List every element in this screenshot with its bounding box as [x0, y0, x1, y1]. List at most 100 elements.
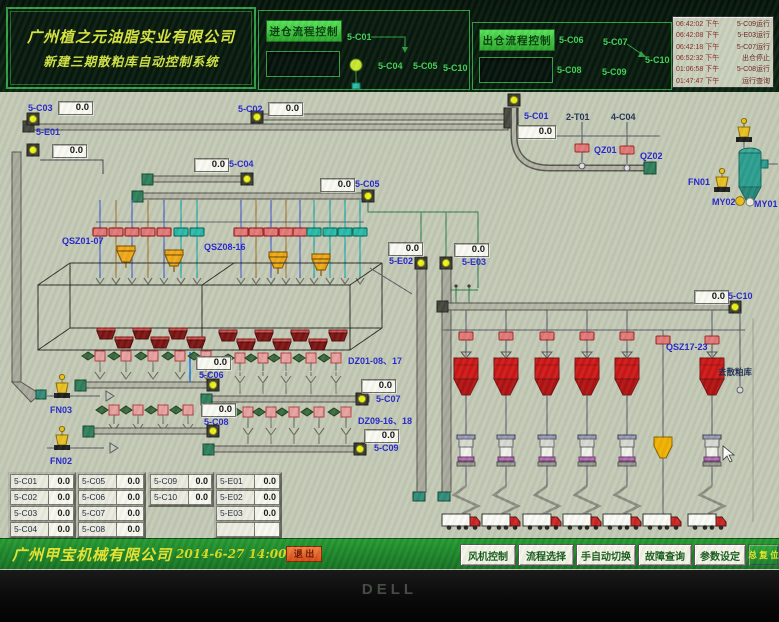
tag-fn02-label: FN02	[50, 457, 72, 466]
table-cell-value: 0.0	[117, 506, 144, 521]
monitor-bezel: DELL	[0, 570, 779, 622]
table-cell-label: 5-C08	[78, 522, 117, 537]
table-row: 5-C070.0	[78, 506, 144, 521]
tag-5c08-label: 5-C08	[204, 418, 229, 427]
packers	[457, 395, 721, 486]
table-cell-label: 5-E03	[216, 506, 255, 521]
process-select-button[interactable]: 流程选择	[518, 544, 574, 566]
footer-company: 广州甲宝机械有限公司	[12, 544, 172, 565]
tag-5c02-value: 0.0	[268, 102, 303, 116]
table-row: 5-C100.0	[150, 490, 212, 505]
tag-5e02-label: 5-E02	[389, 257, 413, 266]
tag-qsz01-07-label: QSZ01-07	[62, 237, 104, 246]
tag-5c05-label: 5-C05	[355, 180, 380, 189]
table-row: 5-C050.0	[78, 474, 144, 489]
monitor: 广州植之元油脂实业有限公司 新建三期散粕库自动控制系统 进仓流程控制 5-C01…	[0, 0, 779, 622]
tag-destination-label: 去散粕库	[718, 368, 752, 377]
footer-bar: 广州甲宝机械有限公司 2014-6-27 14:00:57 退 出 风机控制 流…	[0, 538, 779, 569]
tag-qsz17-23-label: QSZ17-23	[666, 343, 708, 352]
tag-dz09-16-label: DZ09-16、18	[358, 417, 412, 426]
tag-5c01-value: 0.0	[517, 125, 556, 139]
fan-control-button[interactable]: 风机控制	[460, 544, 516, 566]
tag-5c06-value: 0.0	[196, 356, 231, 370]
tag-fn01-label: FN01	[688, 178, 710, 187]
tag-5e03-value: 0.0	[454, 243, 489, 257]
manual-auto-switch-button[interactable]: 手自动切换	[576, 544, 636, 566]
table-row: 5-C060.0	[78, 490, 144, 505]
trucks	[442, 514, 726, 530]
tag-5c08-value: 0.0	[201, 403, 236, 417]
table-cell-value: 0.0	[49, 506, 74, 521]
silo-row	[437, 301, 753, 522]
loading-chutes	[454, 486, 724, 514]
tag-fn03-label: FN03	[50, 406, 72, 415]
table-cell-label: 5-C07	[78, 506, 117, 521]
tag-5e01-value: 0.0	[52, 144, 87, 158]
tag-5c02-label: 5-C02	[238, 105, 263, 114]
inbound-connectors	[259, 11, 469, 89]
table-cell-label: 5-C01	[10, 474, 49, 489]
speed-table-group-3: 5-C090.0 5-C100.0	[148, 472, 214, 507]
table-row: 5-C080.0	[78, 522, 144, 537]
speed-table-group-4: 5-E010.0 5-E020.0 5-E030.0	[214, 472, 282, 539]
fault-query-button[interactable]: 故障查询	[638, 544, 692, 566]
table-cell-label: 5-E01	[216, 474, 255, 489]
total-reset-button[interactable]: 总 复 位	[748, 544, 779, 566]
tag-my01-label: MY01	[754, 200, 778, 209]
table-cell-label: 5-C03	[10, 506, 49, 521]
tag-my02-label: MY02	[712, 198, 736, 207]
outbound-flow-panel: 出仓流程控制 5-C06 5-C07 5-C10 5-C08 5-C09	[472, 22, 672, 90]
table-row: 5-C020.0	[10, 490, 74, 505]
table-cell-label: 5-C05	[78, 474, 117, 489]
scada-screen: 广州植之元油脂实业有限公司 新建三期散粕库自动控制系统 进仓流程控制 5-C01…	[0, 0, 779, 570]
tag-2t01-label: 2-T01	[566, 113, 590, 122]
table-row: 5-E030.0	[216, 506, 280, 521]
tag-5c07-value: 0.0	[361, 379, 396, 393]
tag-qz01-label: QZ01	[594, 146, 617, 155]
tag-5c09-value: 0.0	[364, 429, 399, 443]
tag-5c04-label: 5-C04	[229, 160, 254, 169]
tag-qsz08-16-label: QSZ08-16	[204, 243, 246, 252]
parameter-setting-button[interactable]: 参数设定	[694, 544, 746, 566]
table-cell-value: 0.0	[189, 490, 212, 505]
table-cell-value	[255, 522, 280, 537]
tag-5c10-label: 5-C10	[728, 292, 753, 301]
table-cell-label: 5-C06	[78, 490, 117, 505]
table-row: 5-C040.0	[10, 522, 74, 537]
tag-5e03-label: 5-E03	[462, 258, 486, 267]
table-row: 5-E020.0	[216, 490, 280, 505]
table-cell-value: 0.0	[117, 522, 144, 537]
table-cell-value: 0.0	[255, 474, 280, 489]
table-row-empty	[216, 522, 280, 537]
tag-5c04-value: 0.0	[194, 158, 229, 172]
tag-5c03-value: 0.0	[58, 101, 93, 115]
cyclone-separator	[714, 118, 778, 206]
table-row: 5-C090.0	[150, 474, 212, 489]
tag-5c03-label: 5-C03	[28, 104, 53, 113]
inbound-flow-panel: 进仓流程控制 5-C01 5-C04 5-C05 5-C10	[258, 10, 470, 90]
tag-5e02-value: 0.0	[388, 242, 423, 256]
table-cell-label: 5-C10	[150, 490, 189, 505]
outbound-connectors	[473, 23, 671, 89]
table-cell-label: 5-C04	[10, 522, 49, 537]
table-cell-value: 0.0	[117, 474, 144, 489]
tag-5c06-label: 5-C06	[199, 371, 224, 380]
tag-5c01-label: 5-C01	[524, 112, 549, 121]
table-row: 5-C010.0	[10, 474, 74, 489]
table-cell-label: 5-E02	[216, 490, 255, 505]
tag-dz01-08-label: DZ01-08、17	[348, 357, 402, 366]
tag-qz02-label: QZ02	[640, 152, 663, 161]
table-cell-value: 0.0	[49, 474, 74, 489]
speed-table-group-2: 5-C050.0 5-C060.0 5-C070.0 5-C080.0	[76, 472, 146, 539]
table-cell-label: 5-C02	[10, 490, 49, 505]
exit-button[interactable]: 退 出	[286, 546, 322, 562]
table-cell-label	[216, 522, 255, 537]
tag-5c09-label: 5-C09	[374, 444, 399, 453]
tag-4c04-label: 4-C04	[611, 113, 636, 122]
tag-5c10-value: 0.0	[694, 290, 729, 304]
table-cell-value: 0.0	[49, 490, 74, 505]
table-cell-value: 0.0	[117, 490, 144, 505]
table-cell-value: 0.0	[189, 474, 212, 489]
table-row: 5-E010.0	[216, 474, 280, 489]
table-cell-label: 5-C09	[150, 474, 189, 489]
